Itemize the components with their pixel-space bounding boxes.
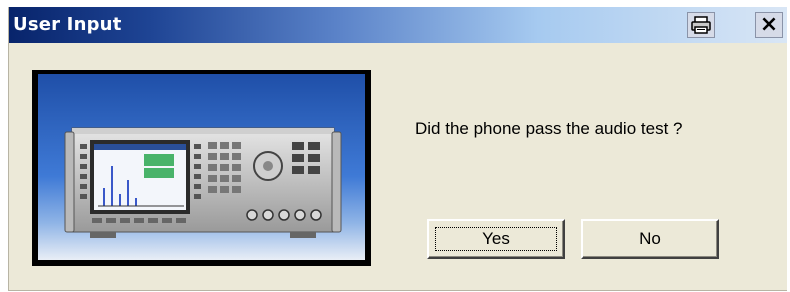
close-icon: × [759,12,779,37]
print-button[interactable] [687,12,715,38]
close-button[interactable]: × [755,12,783,38]
title-bar[interactable]: User Input × [9,7,787,43]
test-instrument-image [38,74,365,260]
no-button[interactable]: No [581,219,719,259]
user-input-dialog: User Input × Did the phone pass the audi… [8,7,787,291]
printer-icon [691,16,711,34]
yes-button[interactable]: Yes [427,219,565,259]
question-text: Did the phone pass the audio test ? [415,119,683,138]
window-title: User Input [13,14,122,35]
instrument-photo [32,70,371,266]
